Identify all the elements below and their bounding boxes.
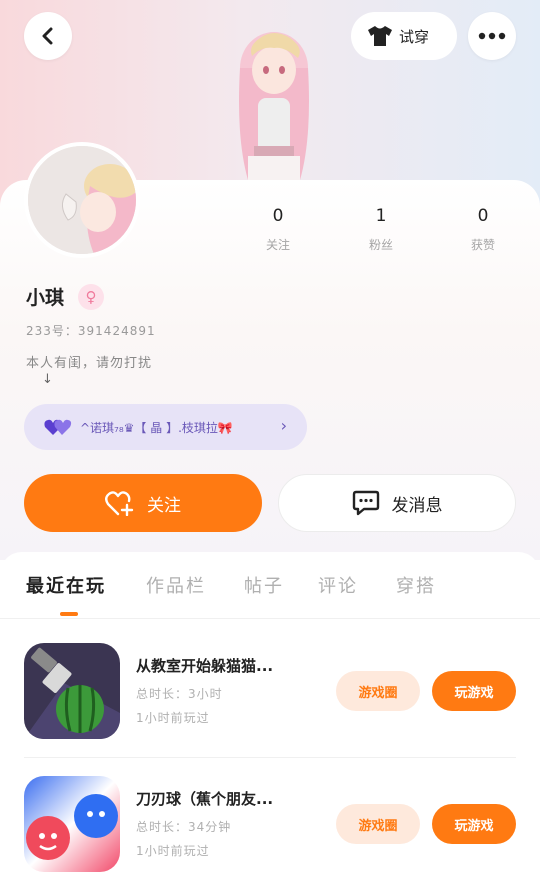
tab-posts[interactable]: 帖子 (244, 572, 284, 598)
likes-label: 获赞 (470, 238, 495, 252)
heart-plus-icon (105, 491, 134, 516)
follow-label: 关注 (147, 495, 181, 516)
tab-divider (0, 618, 540, 619)
message-label: 发消息 (391, 495, 443, 516)
blade-ball-game-image (24, 776, 120, 872)
chevron-right-icon: › (280, 416, 287, 435)
tab-comments[interactable]: 评论 (318, 572, 358, 598)
username: 小琪 (26, 287, 65, 309)
more-dots-icon (478, 32, 506, 40)
character-figure (239, 32, 309, 180)
back-button[interactable] (24, 12, 72, 60)
game-icon[interactable] (24, 776, 120, 872)
more-button[interactable] (468, 12, 516, 60)
tab-recently-played[interactable]: 最近在玩 (26, 572, 106, 598)
tab-works[interactable]: 作品栏 (146, 572, 206, 598)
shirt-icon (368, 26, 392, 46)
chevron-left-icon (42, 27, 53, 45)
avatar[interactable] (24, 142, 140, 258)
tab-active-indicator (60, 612, 78, 616)
followers-count: 1 (375, 206, 387, 226)
play-game-button[interactable]: 玩游戏 (432, 804, 516, 844)
followers-label: 粉丝 (368, 238, 393, 252)
stat-followers[interactable]: 1 粉丝 (351, 206, 411, 253)
game-last-played: 1小时前玩过 (136, 844, 210, 858)
play-game-button[interactable]: 玩游戏 (432, 671, 516, 711)
game-circle-button[interactable]: 游戏圈 (336, 804, 420, 844)
double-heart-icon (44, 419, 72, 435)
following-count: 0 (272, 206, 284, 226)
following-label: 关注 (265, 238, 290, 252)
bio-text: 本人有闺，请勿打扰 (26, 356, 153, 371)
try-on-button[interactable]: 试穿 (351, 12, 457, 60)
account-id[interactable]: 233号：391424891 (26, 322, 156, 339)
tab-outfits[interactable]: 穿搭 (396, 572, 436, 598)
game-play-time: 总时长：34分钟 (136, 820, 232, 834)
divider (24, 757, 516, 758)
female-icon: ♀ (78, 283, 105, 310)
bio-arrow: ↓ (42, 372, 53, 387)
game-title: 刀刃球（蕉个朋友... (136, 790, 274, 808)
list-item[interactable]: 刀刃球（蕉个朋友... 总时长：34分钟 1小时前玩过 游戏圈 玩游戏 (0, 776, 540, 890)
list-item[interactable]: 从教室开始躲猫猫... 总时长：3小时 1小时前玩过 游戏圈 玩游戏 (0, 643, 540, 763)
game-icon[interactable] (24, 643, 120, 739)
chat-bubble-icon (352, 490, 379, 516)
follow-button[interactable]: 关注 (24, 474, 262, 532)
game-circle-button[interactable]: 游戏圈 (336, 671, 420, 711)
try-on-label: 试穿 (399, 27, 430, 46)
avatar-image (28, 146, 136, 254)
name-row: 小琪 ♀ (26, 283, 105, 310)
message-button[interactable]: 发消息 (278, 474, 516, 532)
game-title: 从教室开始躲猫猫... (136, 657, 274, 675)
game-last-played: 1小时前玩过 (136, 711, 210, 725)
watermelon-game-image (24, 643, 120, 739)
likes-count: 0 (477, 206, 489, 226)
club-badge[interactable]: ^诺琪₇₈♛【 晶 】.枝琪拉🎀 › (24, 404, 307, 450)
club-name: ^诺琪₇₈♛【 晶 】.枝琪拉🎀 (80, 420, 233, 435)
game-play-time: 总时长：3小时 (136, 687, 223, 701)
stat-following[interactable]: 0 关注 (248, 206, 308, 253)
stat-likes[interactable]: 0 获赞 (453, 206, 513, 253)
